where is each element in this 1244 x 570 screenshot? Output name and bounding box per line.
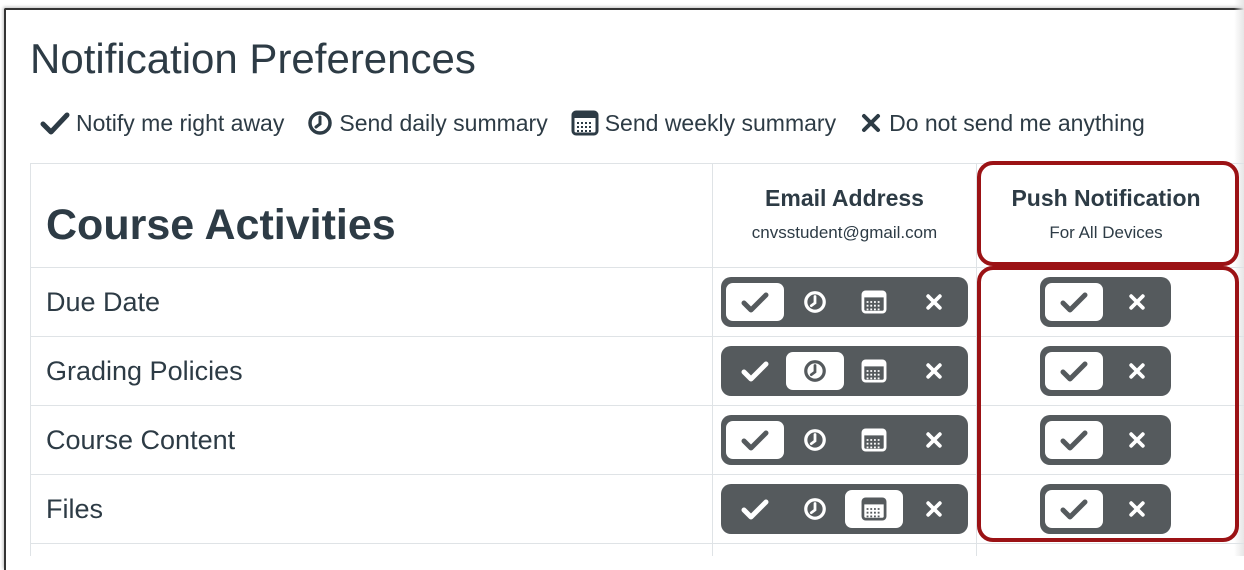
option-weekly[interactable] [845, 421, 903, 459]
legend-label: Do not send me anything [889, 109, 1145, 136]
legend-item-none: Do not send me anything [859, 110, 1145, 137]
clock-icon [307, 110, 333, 136]
option-weekly[interactable] [845, 352, 903, 390]
option-right-away[interactable] [726, 352, 784, 390]
option-do-not-send[interactable] [905, 283, 963, 321]
option-right-away[interactable] [726, 490, 784, 528]
legend-label: Send daily summary [339, 109, 548, 136]
option-daily[interactable] [786, 421, 844, 459]
option-daily[interactable] [786, 490, 844, 528]
legend: Notify me right away Send daily summary … [40, 106, 1145, 140]
email-frequency-toggle[interactable] [721, 484, 968, 534]
email-frequency-toggle[interactable] [721, 277, 968, 327]
option-right-away[interactable] [726, 421, 784, 459]
legend-label: Notify me right away [76, 109, 285, 136]
row-label-files: Files [46, 494, 104, 524]
email-frequency-toggle[interactable] [721, 415, 968, 465]
email-frequency-toggle[interactable] [721, 346, 968, 396]
legend-label: Send weekly summary [604, 109, 837, 136]
option-daily[interactable] [785, 352, 844, 390]
table-divider [30, 543, 1244, 544]
highlight-push-options [977, 266, 1239, 542]
option-do-not-send[interactable] [905, 490, 963, 528]
legend-item-right-away: Notify me right away [40, 110, 284, 137]
row-label-course-content: Course Content [46, 425, 236, 455]
column-title: Email Address [765, 185, 924, 211]
option-weekly[interactable] [845, 283, 903, 321]
legend-item-weekly: Send weekly summary [571, 110, 836, 137]
row-label-grading-policies: Grading Policies [46, 356, 243, 386]
checkmark-icon [40, 111, 70, 135]
option-daily[interactable] [786, 283, 844, 321]
column-header-email: Email Address cnvsstudent@gmail.com [713, 184, 976, 244]
x-icon [859, 111, 883, 135]
option-weekly[interactable] [845, 490, 904, 528]
column-subtitle: cnvsstudent@gmail.com [751, 223, 938, 242]
calendar-icon [571, 110, 599, 136]
category-header: Course Activities [46, 201, 396, 249]
table-border-left [30, 163, 31, 556]
page-title: Notification Preferences [30, 35, 476, 82]
option-do-not-send[interactable] [905, 352, 963, 390]
highlight-push-header [977, 161, 1239, 266]
option-right-away[interactable] [726, 283, 784, 321]
legend-item-daily: Send daily summary [307, 109, 548, 137]
option-do-not-send[interactable] [905, 421, 963, 459]
row-label-due-date: Due Date [46, 287, 161, 317]
